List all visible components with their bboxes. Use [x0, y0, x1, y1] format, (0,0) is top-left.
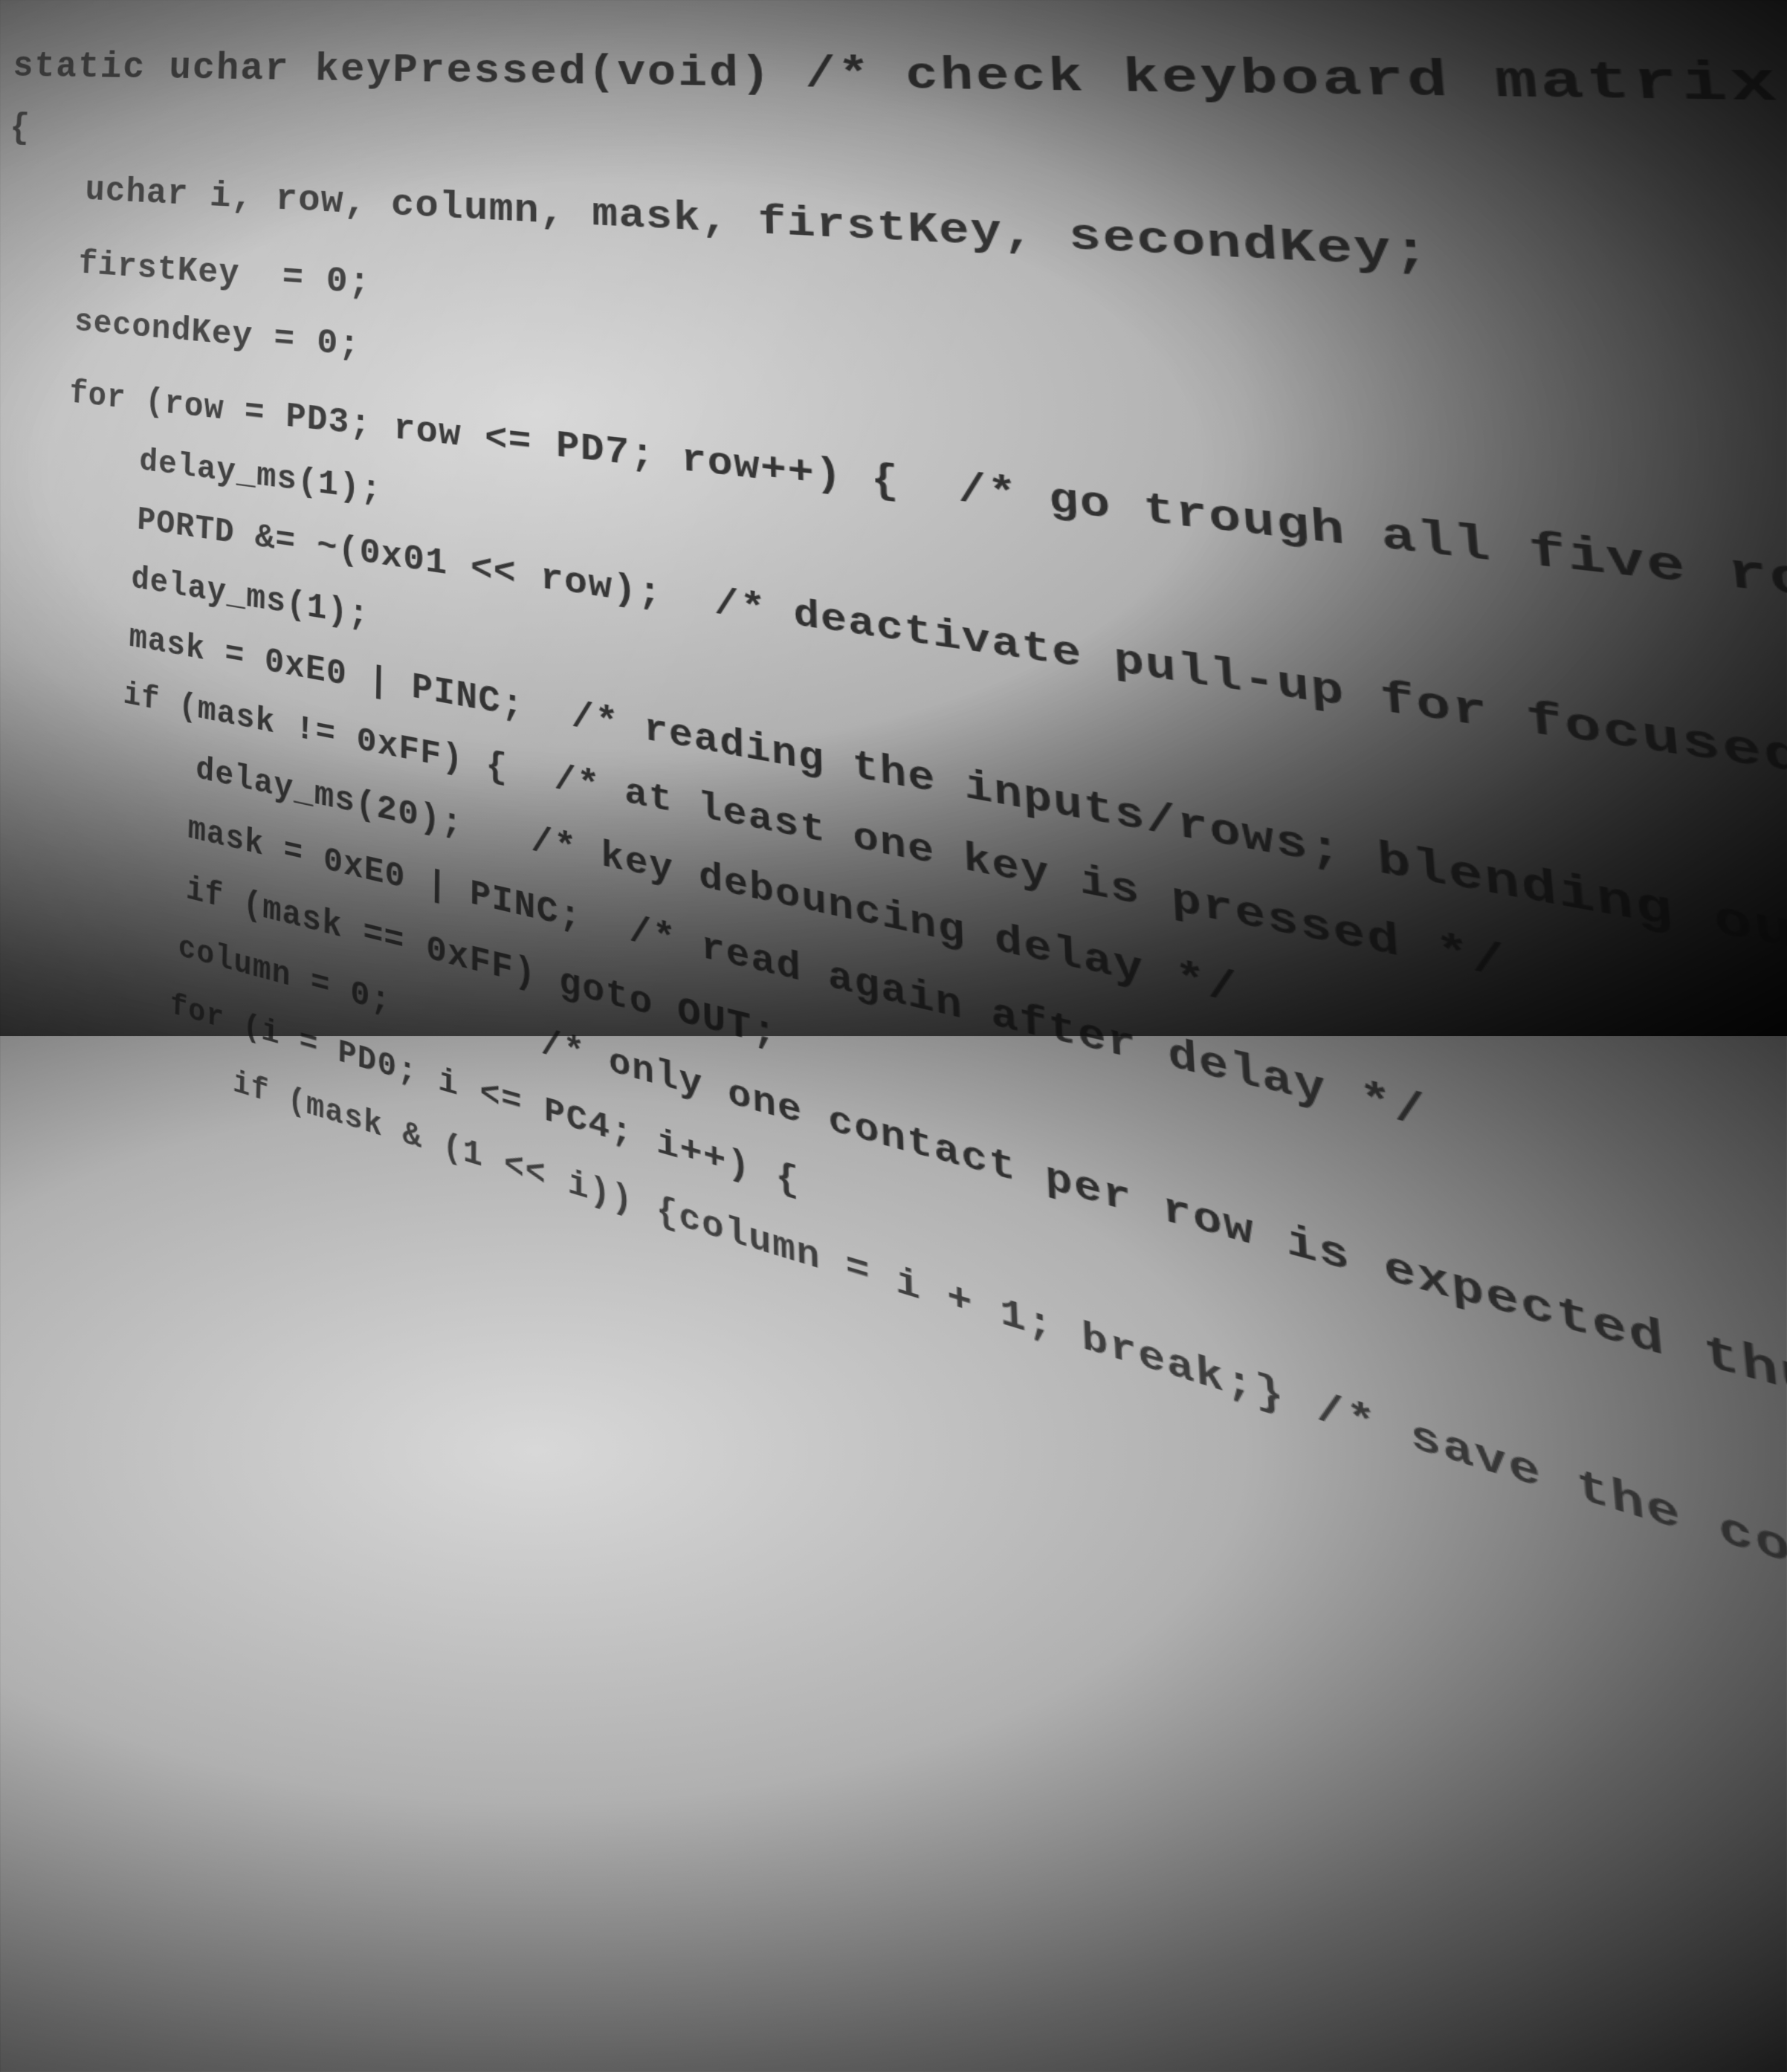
code-viewport: static uchar keyPressed(void) /* check k…: [0, 29, 1787, 2072]
